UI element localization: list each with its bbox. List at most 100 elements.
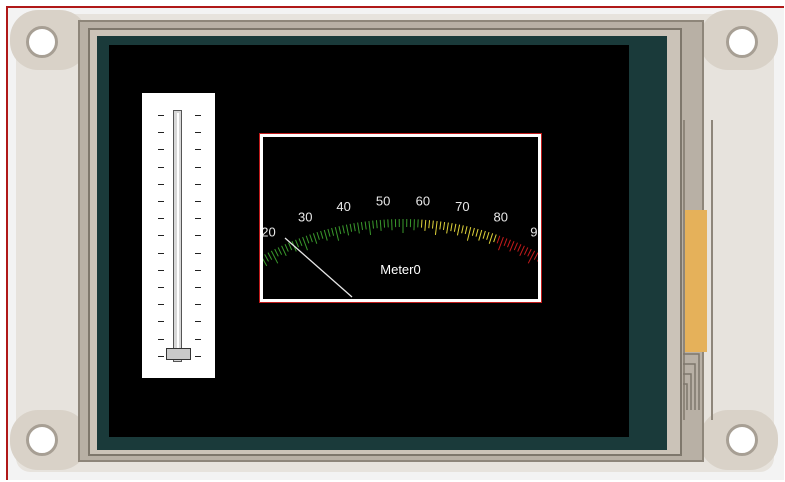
meter-tick xyxy=(379,219,382,231)
slider-tick xyxy=(158,149,164,151)
meter-tick xyxy=(446,222,449,234)
meter-scale-label: 60 xyxy=(416,194,430,209)
meter-tick xyxy=(450,223,453,232)
meter-tick xyxy=(309,234,313,243)
slider-tick xyxy=(195,218,201,220)
meter-tick xyxy=(368,220,372,235)
meter-tick xyxy=(466,226,472,241)
meter-tick xyxy=(527,248,532,257)
flex-traces-icon xyxy=(683,353,700,410)
meter-tick xyxy=(431,220,434,229)
slider-tick xyxy=(195,252,201,254)
meter-tick xyxy=(475,228,479,237)
meter-tick xyxy=(496,235,501,244)
meter-tick xyxy=(424,219,427,231)
mount-hole-icon xyxy=(726,424,758,456)
meter-tick xyxy=(488,233,494,244)
slider-tick xyxy=(158,338,164,340)
meter-tick xyxy=(498,236,504,251)
meter-tick xyxy=(334,226,340,241)
meter-tick xyxy=(471,227,475,236)
slider-tick xyxy=(158,132,164,134)
meter-scale-label: 30 xyxy=(298,209,312,224)
meter-tick xyxy=(509,241,515,252)
meter-tick xyxy=(523,247,529,255)
meter-tick xyxy=(456,224,461,236)
meter-tick xyxy=(513,242,518,251)
slider-tick xyxy=(195,321,201,323)
slider-tick xyxy=(158,287,164,288)
slider-track-highlight xyxy=(177,113,179,359)
slider-tick xyxy=(158,218,164,220)
meter-tick xyxy=(295,239,299,248)
slider-tick xyxy=(158,252,164,254)
meter-tick xyxy=(439,221,442,230)
meter-tick xyxy=(493,234,497,243)
meter-tick xyxy=(264,254,269,262)
meter-tick xyxy=(338,226,342,235)
slider-tick xyxy=(195,355,201,357)
slider-track[interactable] xyxy=(173,110,182,362)
meter-tick xyxy=(428,220,431,229)
slider-tick xyxy=(195,166,201,168)
mount-hole-icon xyxy=(26,424,58,456)
meter-tick xyxy=(375,220,378,229)
slider-tick xyxy=(195,338,201,340)
vertical-slider[interactable] xyxy=(142,93,215,378)
meter-tick xyxy=(277,247,283,255)
slider-tick xyxy=(158,321,164,323)
meter-tick xyxy=(349,223,353,232)
slider-tick xyxy=(158,304,164,306)
meter-tick xyxy=(345,224,350,236)
mount-hole-icon xyxy=(726,26,758,58)
slider-thumb[interactable] xyxy=(166,348,191,360)
meter-tick xyxy=(461,225,464,234)
meter-tick xyxy=(305,235,310,244)
meter-tick xyxy=(442,221,446,231)
meter-tick xyxy=(482,230,486,239)
meter-tick xyxy=(517,244,522,252)
meter-scale-label: 70 xyxy=(455,199,469,214)
slider-tick xyxy=(158,269,164,271)
meter-tick xyxy=(316,231,320,240)
meter-tick xyxy=(284,244,289,252)
slider-tick xyxy=(195,149,201,151)
slider-tick xyxy=(158,166,164,168)
meter-tick xyxy=(360,221,364,231)
meter-tick xyxy=(420,219,423,228)
meter-tick xyxy=(364,221,367,230)
mount-hole-icon xyxy=(26,26,58,58)
analog-meter: 10203040506070809010 Meter0 xyxy=(259,133,542,303)
meter-tick xyxy=(383,219,386,228)
meter-caption: Meter0 xyxy=(380,262,421,277)
meter-tick xyxy=(464,226,468,235)
meter-tick xyxy=(267,252,273,260)
meter-tick xyxy=(342,225,345,234)
meter-scale-label: 90 xyxy=(530,225,538,240)
meter-tick xyxy=(298,238,303,247)
meter-tick xyxy=(331,227,335,236)
meter-tick xyxy=(533,252,538,260)
meter-tick xyxy=(357,222,360,234)
slider-tick xyxy=(195,304,201,306)
slider-tick xyxy=(195,201,201,202)
meter-tick xyxy=(302,236,308,251)
slider-tick xyxy=(158,235,164,237)
meter-tick xyxy=(519,245,525,257)
meter-tick xyxy=(327,228,331,237)
meter-tick xyxy=(353,223,356,232)
meter-scale-label: 40 xyxy=(336,199,350,214)
slider-tick xyxy=(158,115,164,116)
slider-tick xyxy=(195,115,201,116)
meter-tick xyxy=(478,229,483,241)
slider-tick xyxy=(158,201,164,202)
meter-tick xyxy=(281,245,287,257)
flex-cable xyxy=(685,210,707,352)
meter-tick xyxy=(503,238,508,247)
meter-tick xyxy=(453,223,457,232)
slider-tick xyxy=(195,287,201,288)
slider-tick xyxy=(195,269,201,271)
meter-tick xyxy=(434,220,438,235)
meter-tick xyxy=(274,248,279,257)
meter-tick xyxy=(320,230,324,239)
